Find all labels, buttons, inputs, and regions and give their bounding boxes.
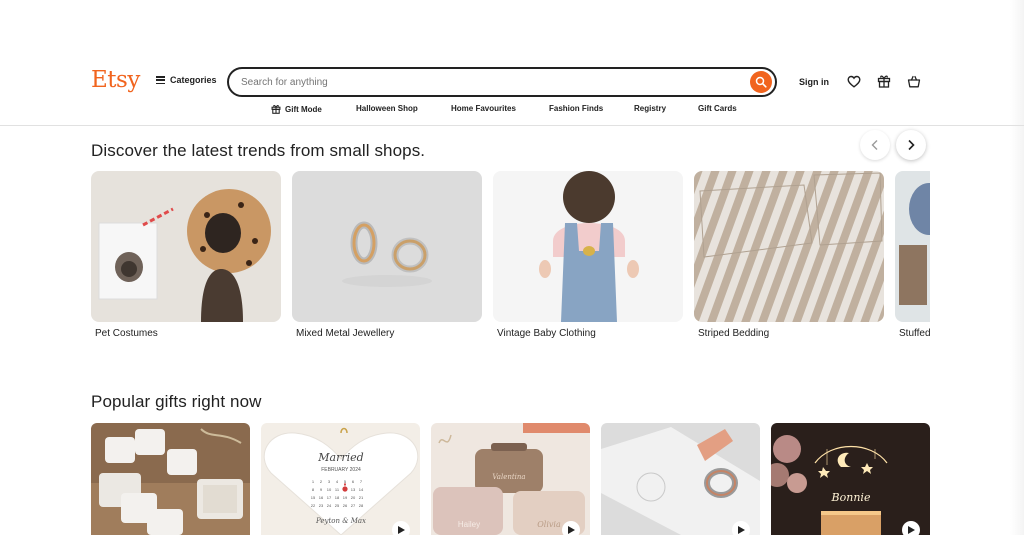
nav-registry[interactable]: Registry bbox=[634, 104, 666, 113]
ornament-month: FEBRUARY 2024 bbox=[321, 467, 361, 473]
gift-image: Bonnie bbox=[771, 423, 930, 535]
gift-image: Valentina Hailey Olivia bbox=[431, 423, 590, 535]
heart-icon bbox=[847, 75, 861, 88]
svg-text:22: 22 bbox=[311, 503, 316, 508]
gift-card[interactable]: Married FEBRUARY 2024 1234567 8 9 10 11 13 14… bbox=[261, 423, 420, 535]
categories-button[interactable]: Categories bbox=[156, 75, 217, 85]
chevron-right-icon bbox=[908, 139, 915, 151]
search-input[interactable] bbox=[241, 75, 741, 89]
svg-text:10: 10 bbox=[327, 487, 332, 492]
trend-label: Stuffed bbox=[899, 328, 930, 339]
nav-label: Gift Cards bbox=[698, 104, 737, 113]
svg-text:23: 23 bbox=[319, 503, 324, 508]
trend-card-vintage-baby-clothing[interactable]: Vintage Baby Clothing bbox=[493, 171, 683, 339]
nav-halloween-shop[interactable]: Halloween Shop bbox=[356, 104, 418, 113]
trend-label: Striped Bedding bbox=[698, 328, 770, 339]
svg-text:15: 15 bbox=[311, 495, 316, 500]
svg-text:18: 18 bbox=[335, 495, 340, 500]
search-icon bbox=[755, 76, 767, 88]
secondary-nav: Gift Mode Halloween Shop Home Favourites… bbox=[0, 104, 1024, 118]
popular-gifts-carousel: Married FEBRUARY 2024 1234567 8 9 10 11 13 14… bbox=[91, 423, 931, 535]
bag-name: Valentina bbox=[492, 473, 525, 481]
trend-card-striped-bedding[interactable]: Striped Bedding bbox=[694, 171, 884, 339]
gift-icon bbox=[271, 105, 281, 114]
trend-image bbox=[895, 171, 930, 322]
nav-home-favourites[interactable]: Home Favourites bbox=[451, 104, 516, 113]
nav-gift-cards[interactable]: Gift Cards bbox=[698, 104, 737, 113]
trends-carousel: Pet Costumes Mixed Metal Jewellery Vinta… bbox=[91, 171, 930, 346]
etsy-logo[interactable]: Etsy bbox=[91, 67, 140, 93]
trend-image bbox=[493, 171, 683, 322]
categories-label: Categories bbox=[170, 75, 217, 85]
svg-text:27: 27 bbox=[351, 503, 356, 508]
nav-label: Home Favourites bbox=[451, 104, 516, 113]
gift-card[interactable]: Valentina Hailey Olivia bbox=[431, 423, 590, 535]
svg-text:19: 19 bbox=[343, 495, 348, 500]
ornament-names: Peyton & Max bbox=[315, 517, 366, 525]
carousel-next-button[interactable] bbox=[896, 130, 926, 160]
ornament-heading: Married bbox=[317, 451, 363, 464]
trend-card-pet-costumes[interactable]: Pet Costumes bbox=[91, 171, 281, 339]
trend-label: Mixed Metal Jewellery bbox=[296, 328, 395, 339]
trend-label: Vintage Baby Clothing bbox=[497, 328, 596, 339]
svg-text:26: 26 bbox=[343, 503, 348, 508]
gift-card[interactable] bbox=[91, 423, 250, 535]
search-bar bbox=[227, 67, 777, 97]
trend-card-stuffed[interactable]: Stuffed bbox=[895, 171, 930, 339]
trend-label: Pet Costumes bbox=[95, 328, 158, 339]
gift-image bbox=[91, 423, 250, 535]
favourites-button[interactable] bbox=[846, 73, 862, 89]
gift-mode-button[interactable] bbox=[876, 73, 892, 89]
nav-label: Halloween Shop bbox=[356, 104, 418, 113]
site-header: Etsy Categories Sign in bbox=[0, 60, 1024, 126]
popular-gifts-heading: Popular gifts right now bbox=[91, 392, 262, 411]
nav-label: Registry bbox=[634, 104, 667, 113]
trend-image bbox=[694, 171, 884, 322]
svg-text:14: 14 bbox=[359, 487, 364, 492]
svg-text:28: 28 bbox=[359, 503, 364, 508]
carousel-prev-button[interactable] bbox=[860, 130, 890, 160]
gift-icon bbox=[877, 75, 891, 88]
svg-text:20: 20 bbox=[351, 495, 356, 500]
svg-text:13: 13 bbox=[351, 487, 356, 492]
search-button[interactable] bbox=[750, 71, 772, 93]
trend-image bbox=[91, 171, 281, 322]
cart-button[interactable] bbox=[906, 73, 922, 89]
trend-card-mixed-metal-jewellery[interactable]: Mixed Metal Jewellery bbox=[292, 171, 482, 339]
nav-fashion-finds[interactable]: Fashion Finds bbox=[549, 104, 603, 113]
night-light-name: Bonnie bbox=[831, 491, 871, 504]
gift-card[interactable]: Bonnie bbox=[771, 423, 930, 535]
svg-text:17: 17 bbox=[327, 495, 332, 500]
etsy-homepage: Etsy Categories Sign in bbox=[0, 0, 1024, 535]
svg-text:16: 16 bbox=[319, 495, 324, 500]
svg-text:21: 21 bbox=[359, 495, 364, 500]
sign-in-link[interactable]: Sign in bbox=[799, 77, 829, 87]
bag-name: Hailey bbox=[458, 520, 480, 529]
gift-image: Married FEBRUARY 2024 1234567 8 9 10 11 13 14… bbox=[261, 423, 420, 535]
nav-gift-mode[interactable]: Gift Mode bbox=[271, 104, 322, 114]
trends-heading: Discover the latest trends from small sh… bbox=[91, 141, 426, 160]
svg-text:24: 24 bbox=[327, 503, 332, 508]
bag-name: Olivia bbox=[537, 520, 561, 529]
nav-label: Gift Mode bbox=[285, 104, 322, 114]
nav-label: Fashion Finds bbox=[549, 104, 604, 113]
svg-text:25: 25 bbox=[335, 503, 340, 508]
chevron-left-icon bbox=[871, 140, 878, 150]
basket-icon bbox=[907, 75, 921, 87]
trend-image bbox=[292, 171, 482, 322]
gift-card[interactable] bbox=[601, 423, 760, 535]
menu-icon bbox=[156, 76, 165, 84]
gift-image bbox=[601, 423, 760, 535]
